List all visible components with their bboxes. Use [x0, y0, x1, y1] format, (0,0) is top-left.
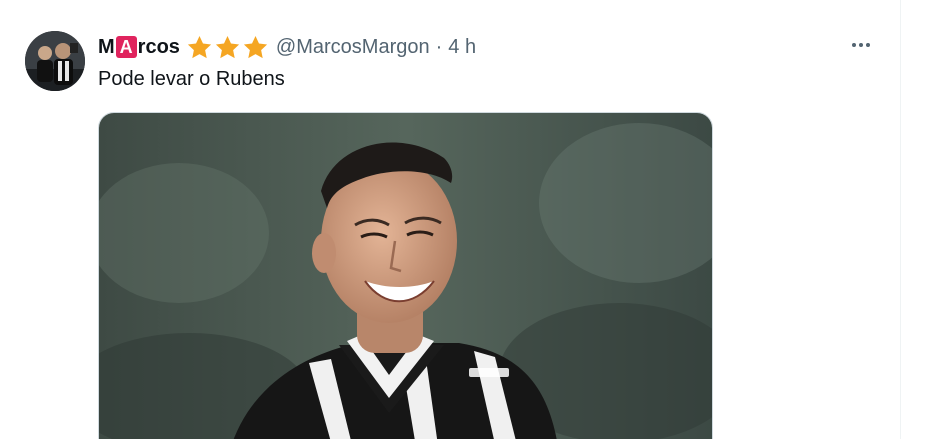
- tweet-text: Pode levar o Rubens: [98, 68, 285, 90]
- avatar[interactable]: [25, 31, 85, 91]
- star-icon: [243, 35, 268, 58]
- user-handle[interactable]: @MarcosMargon: [276, 36, 430, 59]
- more-horizontal-icon: [852, 43, 856, 47]
- more-horizontal-icon: [859, 43, 863, 47]
- star-emoji-group: [186, 34, 269, 61]
- player-photo: [99, 113, 712, 439]
- avatar-image: [25, 31, 85, 91]
- display-name-suffix: rcos: [137, 35, 180, 58]
- tweet-header: M A rcos @MarcosMargon · 4 h: [98, 33, 476, 61]
- tweet-timestamp[interactable]: 4 h: [448, 36, 476, 59]
- star-icon: [215, 35, 240, 58]
- tweet-media-photo[interactable]: [98, 112, 713, 439]
- more-options-button[interactable]: [846, 34, 876, 56]
- timeline-border: [900, 0, 901, 439]
- display-name-badge: A: [115, 36, 137, 58]
- more-horizontal-icon: [866, 43, 870, 47]
- display-name[interactable]: M A rcos: [98, 36, 180, 59]
- star-icon: [187, 35, 212, 58]
- display-name-prefix: M: [98, 35, 115, 58]
- separator-dot: ·: [435, 35, 443, 58]
- tweet-card[interactable]: M A rcos @MarcosMargon · 4 h Pode levar …: [0, 0, 939, 439]
